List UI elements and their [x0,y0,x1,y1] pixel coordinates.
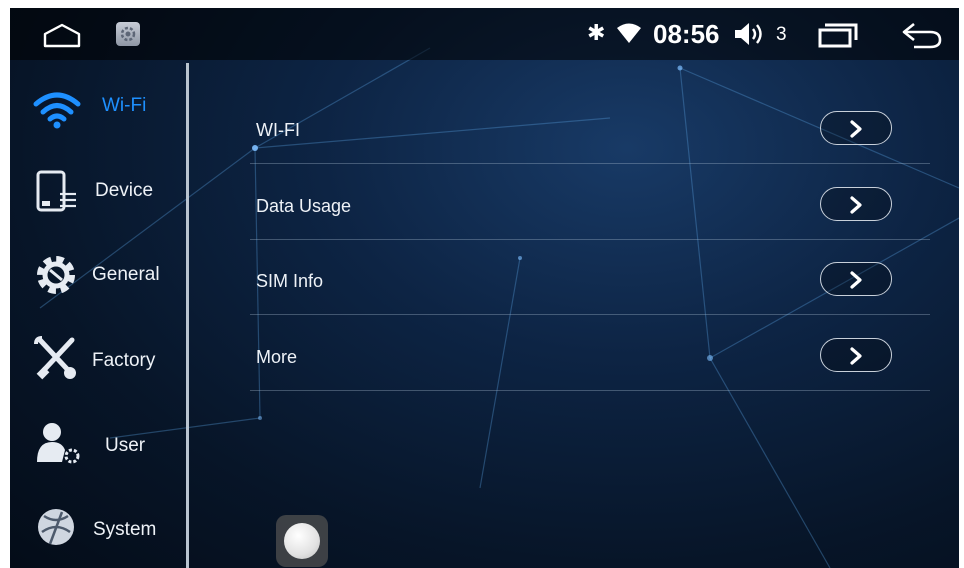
wifi-icon [33,92,81,129]
sidebar-item-label: User [105,435,146,456]
sidebar-item-user[interactable]: User [10,420,186,500]
volume-level: 3 [776,24,787,45]
floating-assistive-button[interactable] [276,515,328,567]
wifi-status-icon [617,23,641,43]
row-sim-info[interactable]: SIM Info [250,262,930,344]
status-bar: ✱ 08:56 3 [10,8,959,60]
chevron-right-icon [850,347,862,365]
sidebar-item-system[interactable]: System [10,504,186,568]
sidebar-item-label: Wi-Fi [102,95,147,116]
row-wifi[interactable]: WI-FI [250,111,930,193]
sidebar-item-device[interactable]: Device [10,170,186,250]
sidebar-item-label: Factory [92,350,156,371]
row-label: Data Usage [256,196,352,216]
row-more[interactable]: More [250,338,930,420]
row-arrow-button[interactable] [820,187,892,221]
row-arrow-button[interactable] [820,111,892,145]
home-icon[interactable] [42,22,82,48]
clock: 08:56 [653,19,720,49]
bluetooth-icon: ✱ [587,20,606,45]
settings-screen: ✱ 08:56 3 Wi-Fi Device General Factory U… [10,8,959,568]
sidebar-item-label: General [92,264,160,285]
row-divider [250,239,930,240]
row-label: WI-FI [256,120,300,140]
sidebar-divider [186,63,189,568]
gear-icon [37,256,75,294]
recents-icon[interactable] [816,22,860,48]
volume-icon[interactable] [733,21,767,47]
tools-icon [34,336,76,380]
row-label: More [256,347,298,367]
sidebar-item-factory[interactable]: Factory [10,336,186,416]
row-data-usage[interactable]: Data Usage [250,187,930,269]
chevron-right-icon [850,196,862,214]
row-divider [250,390,930,391]
sidebar-item-general[interactable]: General [10,252,186,332]
back-icon[interactable] [900,20,944,50]
row-label: SIM Info [256,271,324,291]
gear-icon [120,26,136,42]
system-icon [38,509,74,545]
settings-app-icon[interactable] [116,22,140,46]
row-divider [250,314,930,315]
chevron-right-icon [850,271,862,289]
row-arrow-button[interactable] [820,262,892,296]
floating-button-knob [284,523,320,559]
sidebar-item-label: System [93,519,157,540]
row-divider [250,163,930,164]
sidebar-item-label: Device [95,180,154,201]
chevron-right-icon [850,120,862,138]
device-icon [36,170,76,212]
user-settings-icon [37,423,80,464]
sidebar-item-wifi[interactable]: Wi-Fi [10,88,186,168]
row-arrow-button[interactable] [820,338,892,372]
